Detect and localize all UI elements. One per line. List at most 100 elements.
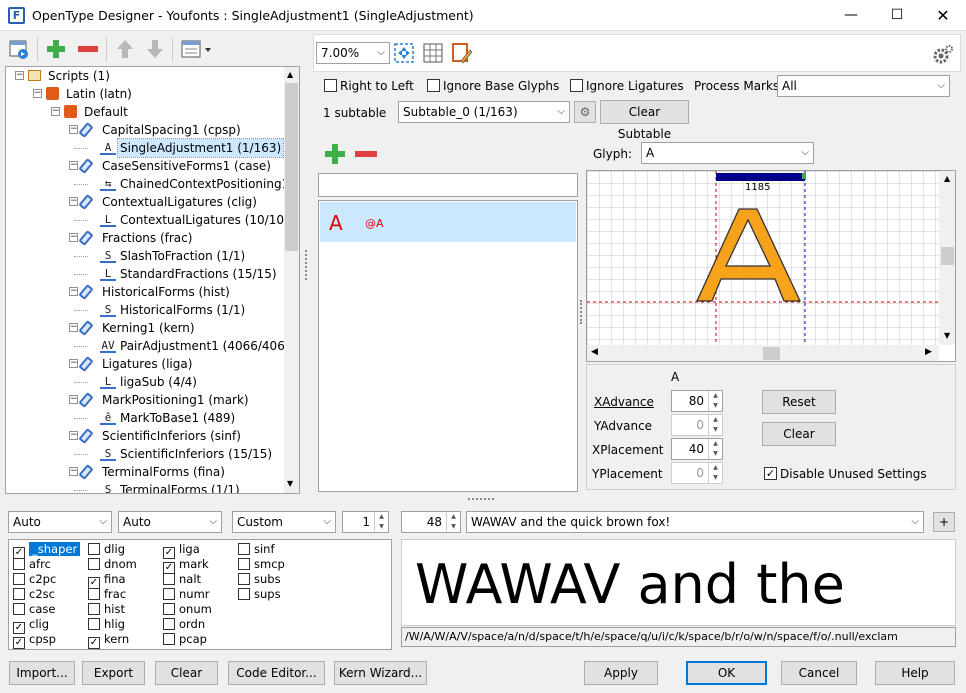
feature-checkbox[interactable] [163, 573, 175, 585]
layout-menu-icon[interactable] [180, 38, 214, 60]
feature-checkbox[interactable] [13, 603, 25, 615]
feature-checkbox[interactable] [163, 588, 175, 600]
lookup-tree[interactable]: − Scripts (1) − Latin (latn) − Default − Capita… [5, 66, 300, 494]
feature-checkbox[interactable] [238, 543, 250, 555]
splitter-handle-3[interactable] [468, 498, 494, 501]
glyph-string-field[interactable]: /W/A/W/A/V/space/a/n/d/space/t/h/e/space… [401, 627, 956, 647]
glyph-grid-icon[interactable] [422, 42, 444, 64]
move-down-icon[interactable] [144, 38, 166, 60]
tree-node[interactable]: LligaSub (4/4) [6, 373, 286, 391]
feature-checkbox[interactable] [163, 633, 175, 645]
feature-item-cpsp[interactable]: ✓ cpsp [13, 632, 56, 649]
feature-checkbox[interactable] [163, 618, 175, 630]
list-item[interactable]: A @A [320, 202, 576, 242]
feature-item-sinf[interactable]: sinf [238, 542, 275, 557]
tree-node[interactable]: L StandardFractions (15/15) [6, 265, 286, 283]
tree-scrollbar[interactable]: ▲ ▼ [284, 67, 299, 493]
remove-entry-icon[interactable] [354, 143, 378, 165]
export-button[interactable]: Export [82, 661, 145, 685]
preview-icon[interactable] [8, 38, 30, 60]
tree-node[interactable]: L ContextualLigatures (10/10) [6, 211, 289, 229]
splitter-handle-2[interactable] [580, 300, 583, 324]
ignore-base-checkbox[interactable] [427, 79, 440, 92]
tree-node[interactable]: − MarkPositioning1 (mark) [6, 391, 286, 409]
feature-checkbox[interactable] [238, 588, 250, 600]
collapse-toggle-icon[interactable]: − [69, 125, 78, 134]
feature-item-afrc[interactable]: afrc [13, 557, 51, 572]
feature-item-dnom[interactable]: dnom [88, 557, 137, 572]
feature-checkbox[interactable] [88, 543, 100, 555]
ok-button[interactable]: OK [686, 661, 767, 685]
collapse-toggle-icon[interactable]: − [69, 233, 78, 242]
feature-checkbox[interactable] [88, 603, 100, 615]
code-editor-button[interactable]: Code Editor... [228, 661, 325, 685]
xadvance-input[interactable]: 80 ▲ ▼ [671, 390, 723, 412]
feature-checkbox[interactable] [163, 603, 175, 615]
feature-checkbox[interactable] [88, 588, 100, 600]
feature-checkbox[interactable]: ✓ [13, 637, 25, 649]
tree-node[interactable]: S SlashToFraction (1/1) [6, 247, 286, 265]
script-combo[interactable]: Auto ⌵ [8, 511, 112, 533]
canvas-vscroll[interactable]: ▲ ▼ [939, 171, 955, 345]
feature-checkbox[interactable] [238, 558, 250, 570]
maximize-button[interactable]: ☐ [874, 0, 920, 31]
subtable-settings-button[interactable]: ⚙ [574, 101, 596, 123]
collapse-toggle-icon[interactable]: − [33, 89, 42, 98]
clear-values-button[interactable]: Clear [762, 422, 836, 446]
settings-gear-icon[interactable] [932, 44, 954, 66]
tree-node[interactable]: − Kerning1 (kern) [6, 319, 286, 337]
tree-node[interactable]: − Latin (latn) [6, 85, 286, 103]
yadvance-input[interactable]: 0 ▲ ▼ [671, 414, 723, 436]
help-button[interactable]: Help [875, 661, 955, 685]
fit-view-icon[interactable] [393, 42, 415, 64]
add-icon[interactable] [45, 38, 67, 60]
collapse-toggle-icon[interactable]: − [69, 467, 78, 476]
move-up-icon[interactable] [114, 38, 136, 60]
disable-unused-checkbox[interactable]: ✓ [764, 467, 777, 480]
feature-checkbox[interactable] [13, 588, 25, 600]
zoom-combo[interactable]: 7.00% ⌵ [316, 42, 390, 64]
cancel-button[interactable]: Cancel [781, 661, 857, 685]
yplacement-input[interactable]: 0 ▲ ▼ [671, 462, 723, 484]
feature-item-shaper[interactable]: ✓ _shaper [13, 542, 81, 559]
clear-button[interactable]: Clear [155, 661, 218, 685]
feature-item-pcap[interactable]: pcap [163, 632, 207, 647]
collapse-toggle-icon[interactable]: − [51, 107, 60, 116]
tree-node[interactable]: S TerminalForms (1/1) [6, 481, 286, 493]
feature-item-kern[interactable]: ✓ kern [88, 632, 129, 649]
right-to-left-checkbox[interactable] [324, 79, 337, 92]
language-combo[interactable]: Auto ⌵ [118, 511, 222, 533]
feature-item-c2sc[interactable]: c2sc [13, 587, 55, 602]
tree-node[interactable]: A SingleAdjustment1 (1/163) [6, 138, 286, 158]
preview-text-combo[interactable]: WAWAV and the quick brown fox! ⌵ [466, 511, 924, 533]
feature-item-smcp[interactable]: smcp [238, 557, 285, 572]
feature-item-dlig[interactable]: dlig [88, 542, 125, 557]
feature-item-fina[interactable]: ✓ fina [88, 572, 126, 589]
add-entry-icon[interactable] [324, 143, 346, 165]
feature-item-case[interactable]: case [13, 602, 55, 617]
process-marks-combo[interactable]: All ⌵ [777, 75, 950, 97]
tree-node[interactable]: − Scripts (1) [6, 67, 286, 85]
feature-item-hist[interactable]: hist [88, 602, 125, 617]
remove-icon[interactable] [77, 38, 99, 60]
collapse-toggle-icon[interactable]: − [69, 287, 78, 296]
collapse-toggle-icon[interactable]: − [69, 359, 78, 368]
tree-node[interactable]: − CapitalSpacing1 (cpsp) [6, 121, 286, 139]
feature-item-frac[interactable]: frac [88, 587, 126, 602]
collapse-toggle-icon[interactable]: − [69, 323, 78, 332]
collapse-toggle-icon[interactable]: − [69, 431, 78, 440]
ignore-ligatures-checkbox[interactable] [570, 79, 583, 92]
feature-item-sups[interactable]: sups [238, 587, 281, 602]
glyph-combo[interactable]: A ⌵ [641, 142, 814, 164]
feature-checkbox[interactable] [88, 558, 100, 570]
apply-button[interactable]: Apply [584, 661, 658, 685]
close-button[interactable]: ✕ [920, 0, 966, 31]
tree-node[interactable]: − HistoricalForms (hist) [6, 283, 286, 301]
collapse-toggle-icon[interactable]: − [69, 395, 78, 404]
glyph-canvas[interactable]: 1185 ▲ ▼ ◀ ▶ [586, 170, 956, 362]
feature-checkbox[interactable] [88, 618, 100, 630]
tree-node[interactable]: − TerminalForms (fina) [6, 463, 286, 481]
import-button[interactable]: Import... [9, 661, 75, 685]
tree-node[interactable]: ⇆ ChainedContextPositioning1 [6, 175, 289, 193]
clear-subtable-button[interactable]: Clear Subtable [600, 100, 689, 141]
